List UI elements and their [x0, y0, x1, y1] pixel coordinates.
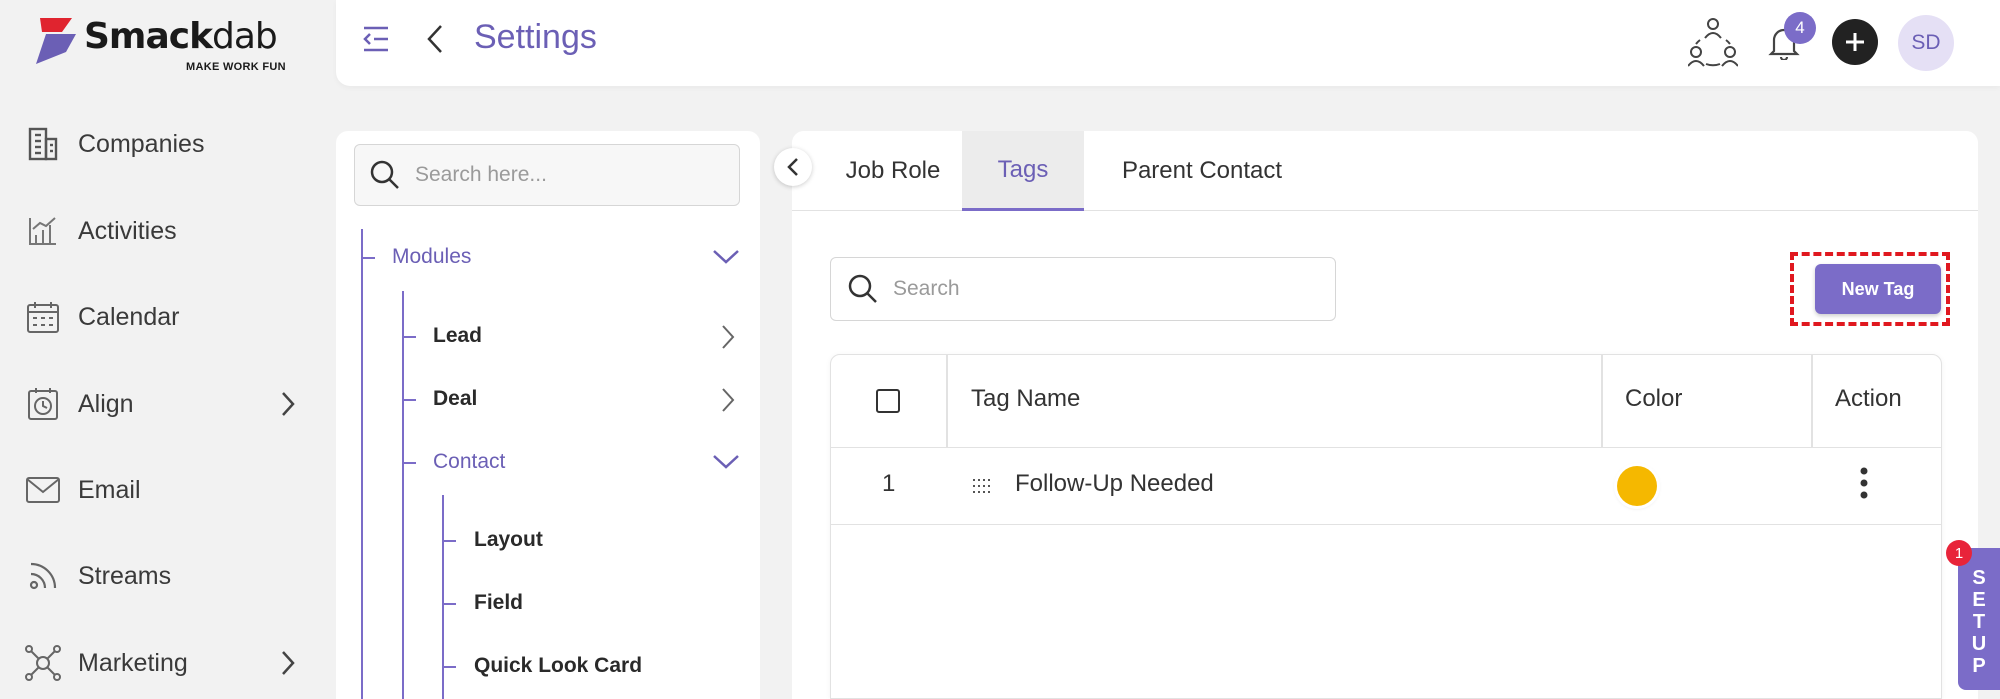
sidebar-item-label: Streams — [78, 561, 172, 590]
column-header-color[interactable]: Color — [1625, 385, 1682, 413]
column-divider — [946, 355, 948, 448]
tags-content-panel: Job Role Tags Parent Contact Search New … — [774, 131, 1978, 699]
tag-name: Follow-Up Needed — [1015, 470, 1214, 497]
chevron-down-icon[interactable] — [712, 249, 740, 265]
new-tag-button[interactable]: New Tag — [1815, 264, 1941, 314]
chevron-left-icon — [787, 158, 798, 176]
tree-connector — [442, 495, 444, 699]
page-title: Settings — [474, 18, 597, 56]
calendar-icon — [24, 298, 62, 336]
chevron-down-icon[interactable] — [712, 454, 740, 470]
setup-letter: U — [1971, 633, 1987, 655]
team-icon[interactable] — [1688, 16, 1738, 68]
rss-icon — [24, 557, 62, 595]
envelope-icon — [24, 471, 62, 509]
settings-tree-panel: Search here... Modules Lead Deal Contact… — [336, 131, 760, 699]
chevron-right-icon[interactable] — [720, 387, 736, 413]
tree-node-quick-look-card[interactable]: Quick Look Card — [474, 654, 642, 678]
tree-node-layout[interactable]: Layout — [474, 528, 543, 552]
column-header-tag-name[interactable]: Tag Name — [971, 385, 1080, 413]
sidebar-item-label: Email — [78, 475, 141, 504]
setup-tab[interactable]: S E T U P — [1958, 548, 2000, 690]
more-options-icon[interactable] — [1859, 465, 1869, 501]
drag-handle-icon[interactable] — [973, 479, 991, 493]
building-icon — [24, 125, 62, 163]
chart-icon — [24, 212, 62, 250]
sidebar-item-activities[interactable]: Activities — [24, 206, 304, 256]
sidebar-item-streams[interactable]: Streams — [24, 551, 304, 601]
tree-connector — [402, 336, 416, 338]
column-divider — [1811, 355, 1813, 448]
sidebar-item-label: Align — [78, 389, 134, 418]
network-icon — [24, 644, 62, 682]
tree-node-deal[interactable]: Deal — [433, 387, 477, 411]
chevron-right-icon — [282, 651, 295, 675]
tree-node-modules[interactable]: Modules — [392, 245, 471, 269]
setup-letter: S — [1972, 567, 1986, 589]
brand-tagline: MAKE WORK FUN — [186, 61, 286, 73]
tag-search-placeholder: Search — [893, 277, 960, 300]
logo-mark-icon — [36, 18, 76, 64]
tree-node-lead[interactable]: Lead — [433, 324, 482, 348]
select-all-checkbox[interactable] — [876, 389, 900, 413]
sidebar-item-calendar[interactable]: Calendar — [24, 292, 304, 342]
search-icon — [848, 274, 877, 303]
sidebar-item-align[interactable]: Align — [24, 379, 304, 429]
collapse-menu-icon[interactable] — [362, 24, 390, 54]
sidebar-item-label: Marketing — [78, 648, 188, 677]
brand-name: Smackdab — [84, 16, 278, 57]
tag-color-swatch — [1617, 466, 1657, 506]
tree-connector — [402, 399, 416, 401]
tab-job-role[interactable]: Job Role — [792, 131, 962, 211]
tree-connector — [402, 462, 416, 464]
setup-badge: 1 — [1946, 540, 1972, 566]
tree-connector — [361, 257, 375, 259]
tree-node-field[interactable]: Field — [474, 591, 523, 615]
sidebar-item-label: Calendar — [78, 302, 180, 331]
tree-connector — [402, 291, 404, 699]
sidebar-item-marketing[interactable]: Marketing — [24, 638, 304, 688]
tree-connector — [442, 540, 456, 542]
tree-connector — [361, 229, 363, 699]
setup-letter: T — [1972, 611, 1986, 633]
tree-search-input[interactable]: Search here... — [354, 144, 740, 206]
tree-node-contact[interactable]: Contact — [433, 450, 505, 474]
top-header: Settings 4 SD — [336, 0, 2000, 86]
add-button[interactable] — [1832, 19, 1878, 65]
smackdab-logo[interactable]: Smackdab MAKE WORK FUN — [32, 14, 292, 74]
sidebar-item-label: Companies — [78, 129, 205, 158]
tree-connector — [442, 603, 456, 605]
chevron-right-icon[interactable] — [720, 324, 736, 350]
tab-tags[interactable]: Tags — [962, 131, 1084, 211]
tree-connector — [442, 666, 456, 668]
back-arrow-icon[interactable] — [426, 22, 444, 56]
column-header-action: Action — [1835, 385, 1902, 412]
collapse-panel-button[interactable] — [774, 148, 812, 186]
table-row[interactable]: 1 Follow-Up Needed — [831, 448, 1941, 525]
sidebar-item-label: Activities — [78, 216, 177, 245]
sidebar-item-companies[interactable]: Companies — [24, 119, 304, 169]
table-header-row: Tag Name Color Action — [831, 355, 1941, 448]
search-icon — [370, 160, 399, 189]
notification-badge: 4 — [1784, 12, 1816, 44]
setup-letter: P — [1972, 655, 1986, 677]
user-avatar[interactable]: SD — [1898, 15, 1954, 71]
plus-icon — [1846, 33, 1864, 51]
tag-search-input[interactable]: Search — [830, 257, 1336, 321]
tree-search-placeholder: Search here... — [415, 163, 547, 186]
tab-parent-contact[interactable]: Parent Contact — [1084, 131, 1320, 211]
chevron-right-icon — [282, 392, 295, 416]
sidebar: Smackdab MAKE WORK FUN Companies Activit… — [0, 0, 336, 699]
column-divider — [1601, 355, 1603, 448]
tabs-bar: Job Role Tags Parent Contact — [792, 131, 1978, 211]
sidebar-item-email[interactable]: Email — [24, 465, 304, 515]
tags-table: Tag Name Color Action 1 Follow-Up Needed — [830, 354, 1942, 699]
row-index: 1 — [882, 470, 896, 497]
setup-letter: E — [1972, 589, 1986, 611]
clock-board-icon — [24, 385, 62, 423]
